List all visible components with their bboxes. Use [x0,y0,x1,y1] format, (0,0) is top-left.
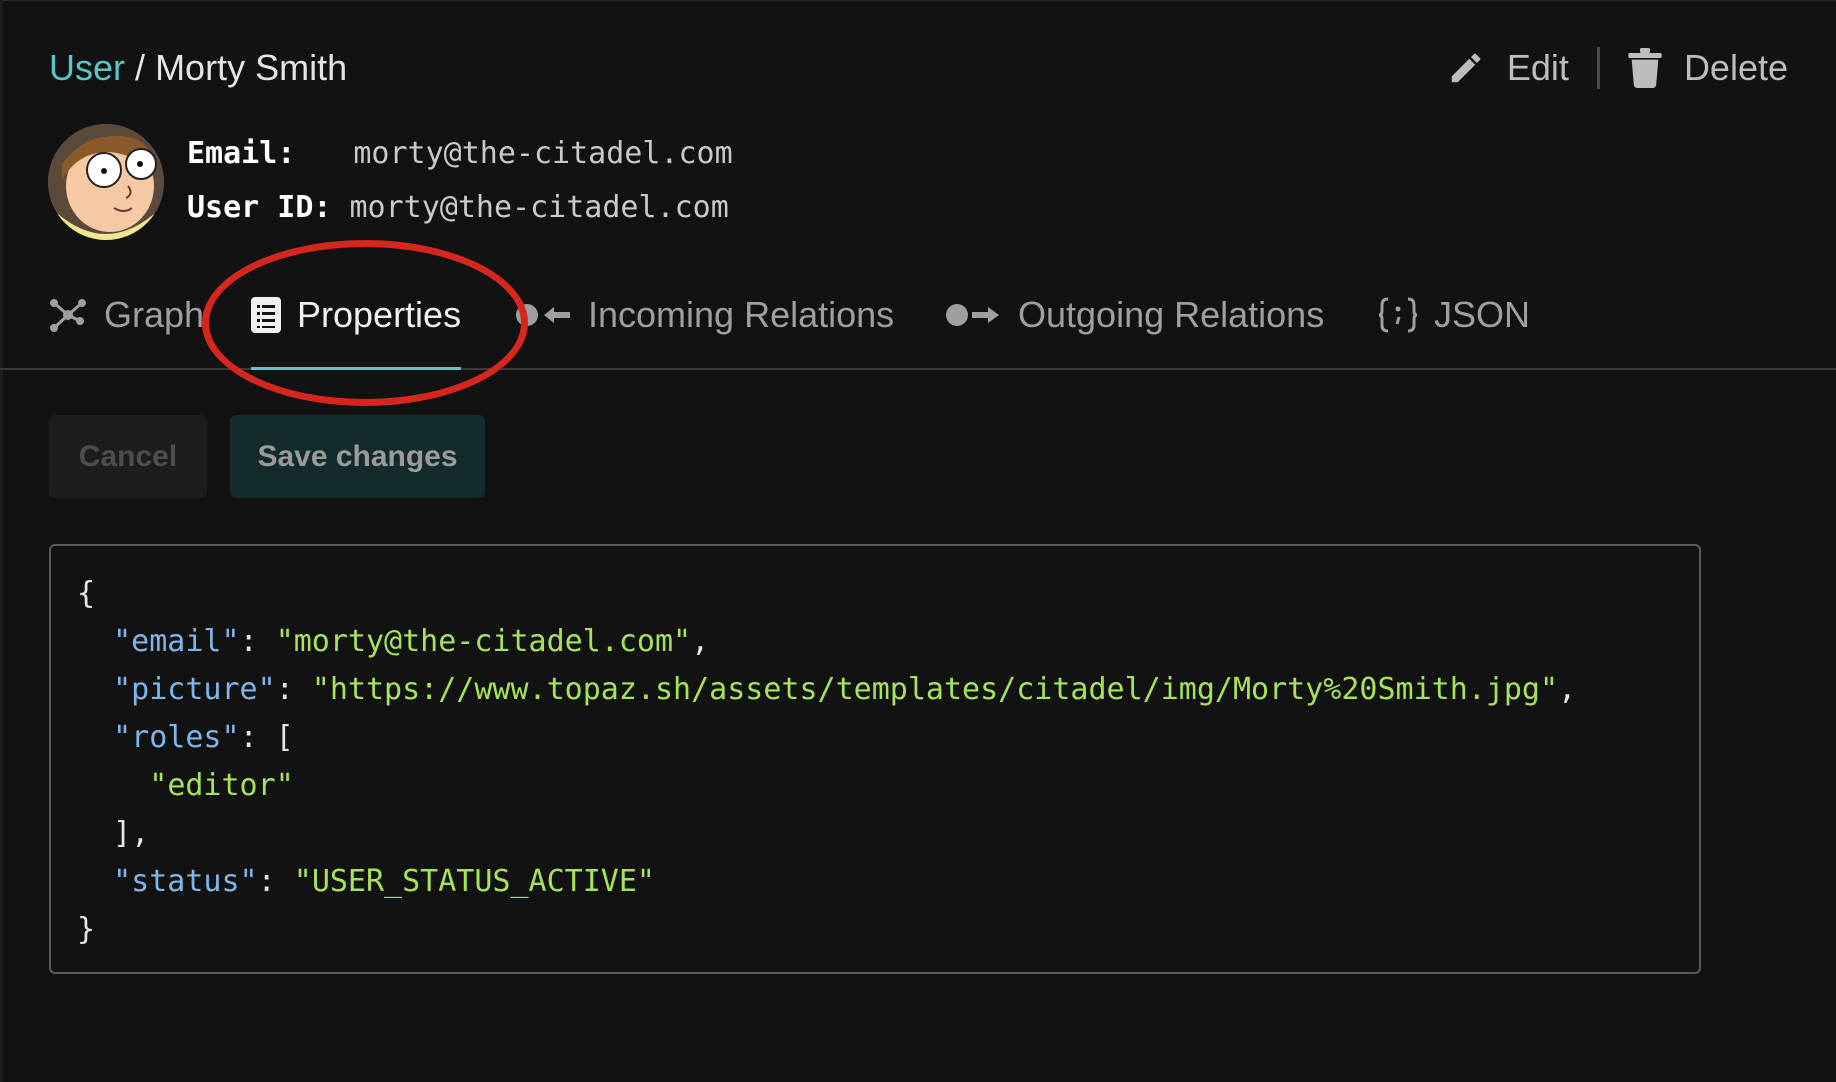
incoming-arrow-icon [516,304,570,326]
json-key-status: "status" [113,864,258,899]
left-border [0,0,3,1082]
json-key-roles: "roles" [113,720,240,755]
braces-icon [1378,297,1418,333]
actions-divider [1596,47,1600,89]
trash-icon [1628,48,1662,88]
json-value-role: "editor" [149,768,294,803]
tab-outgoing-label: Outgoing Relations [1018,294,1325,335]
edit-label: Edit [1506,47,1569,88]
json-key-picture: "picture" [113,672,276,707]
json-value-picture: "https://www.topaz.sh/assets/templates/c… [311,672,1559,707]
json-code: { "email": "morty@the-citadel.com", "pic… [77,576,1577,947]
userid-label: User ID: [187,190,332,225]
breadcrumb: User / Morty Smith [49,44,347,92]
delete-button[interactable]: Delete [1628,47,1788,89]
json-key-email: "email" [113,624,240,659]
email-row: Email: morty@the-citadel.com [187,130,733,184]
edit-button[interactable]: Edit [1447,47,1569,89]
breadcrumb-user-link[interactable]: User [49,47,125,88]
email-value: morty@the-citadel.com [353,136,733,171]
top-border [0,0,1836,1]
tab-properties[interactable]: Properties [251,290,462,370]
cancel-button[interactable]: Cancel [49,415,207,498]
outgoing-arrow-icon [946,304,999,326]
pencil-icon [1451,53,1481,83]
breadcrumb-separator: / [135,47,146,88]
document-icon [251,297,281,333]
save-changes-button[interactable]: Save changes [230,415,485,498]
tab-properties-label: Properties [297,294,462,335]
email-label: Email: [187,136,296,171]
tab-incoming-label: Incoming Relations [588,294,895,335]
header-actions: Edit Delete [1447,44,1788,92]
user-info: Email: morty@the-citadel.com User ID: mort… [187,130,733,238]
userid-value: morty@the-citadel.com [349,190,729,225]
userid-row: User ID: morty@the-citadel.com [187,184,733,238]
properties-json-editor[interactable]: { "email": "morty@the-citadel.com", "pic… [49,544,1701,974]
graph-icon [50,299,86,332]
json-value-email: "morty@the-citadel.com" [275,624,692,659]
active-tab-indicator [251,367,462,370]
tab-incoming-relations[interactable]: Incoming Relations [516,290,894,368]
tab-graph[interactable]: Graph [48,290,204,368]
tab-bar: Graph Properties Incoming Relations Outg… [0,290,1836,370]
avatar [48,124,164,240]
tab-json-label: JSON [1434,294,1531,335]
tab-outgoing-relations[interactable]: Outgoing Relations [946,290,1324,368]
tab-graph-label: Graph [104,294,205,335]
json-value-status: "USER_STATUS_ACTIVE" [293,864,655,899]
tab-json[interactable]: JSON [1378,290,1530,368]
breadcrumb-current: Morty Smith [155,47,348,88]
delete-label: Delete [1683,47,1788,88]
